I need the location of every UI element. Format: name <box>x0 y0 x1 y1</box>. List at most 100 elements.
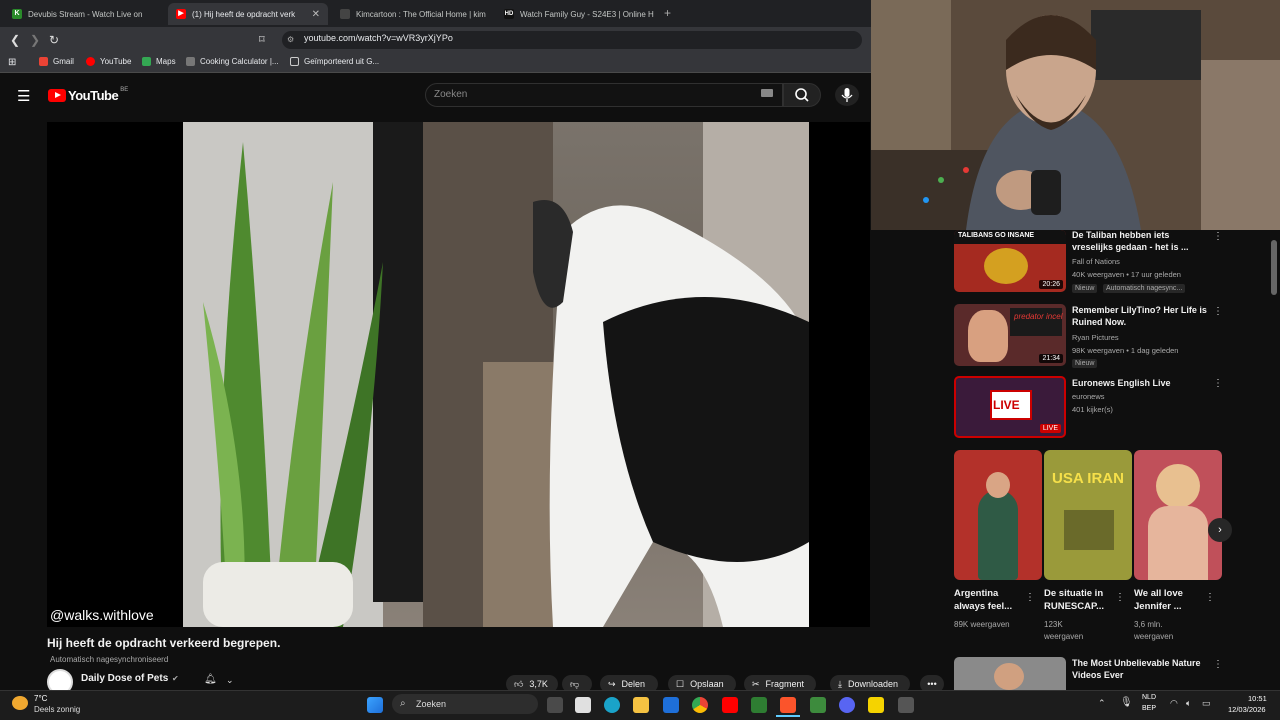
recommendation-meta: 40K weergaven • 17 uur geleden <box>1072 270 1181 279</box>
tab-family-guy[interactable]: HD Watch Family Guy - S24E3 | Online H <box>496 3 656 25</box>
active-app-indicator <box>776 715 800 717</box>
bookmark-cooking-calculator[interactable]: Cooking Calculator |... <box>186 57 279 66</box>
recommendation-channel[interactable]: Fall of Nations <box>1072 257 1120 266</box>
new-badge: Nieuw <box>1072 284 1098 293</box>
bookmark-imported-folder[interactable]: Geïmporteerd uit G... <box>290 57 379 66</box>
battery-icon[interactable]: ▭ <box>1202 698 1211 709</box>
app-icon[interactable] <box>810 697 826 713</box>
chrome-icon[interactable] <box>692 697 708 713</box>
clock-time[interactable]: 10:51 <box>1248 694 1267 703</box>
search-placeholder: Zoeken <box>434 89 468 100</box>
windows-start-icon[interactable] <box>367 697 383 713</box>
scissors-icon: ✂ <box>752 678 760 689</box>
tab-youtube-video[interactable]: ▶ (1) Hij heeft de opdracht verk ✕ <box>168 3 328 25</box>
site-info-icon[interactable]: ⚙ <box>287 35 294 44</box>
youtube-icon <box>86 57 95 66</box>
taskbar-search-label: Zoeken <box>416 699 447 709</box>
store-icon[interactable] <box>575 697 591 713</box>
recommendation-thumbnail[interactable] <box>954 657 1066 690</box>
notification-bell-icon[interactable]: 🔔︎ <box>204 674 217 685</box>
taskbar-search[interactable] <box>392 694 538 714</box>
volume-icon[interactable]: 🔈︎ <box>1186 698 1191 709</box>
youtube-app-icon[interactable] <box>722 697 738 713</box>
wifi-icon[interactable]: ◠ <box>1170 698 1178 709</box>
bookmark-icon[interactable]: ⌑ <box>259 33 265 46</box>
recommendation-thumbnail[interactable]: predator incel 21:34 <box>954 304 1066 366</box>
app-icon[interactable] <box>898 697 914 713</box>
recommendation-thumbnail[interactable]: LIVE LIVE <box>954 376 1066 438</box>
apps-grid-icon[interactable]: ⊞ <box>8 57 16 68</box>
microphone-icon[interactable]: 🎙︎ <box>1120 697 1133 708</box>
video-scene-image <box>183 122 809 627</box>
search-icon <box>795 88 809 102</box>
edge-icon[interactable] <box>604 697 620 713</box>
bookmark-youtube[interactable]: YouTube <box>86 57 131 66</box>
more-options-icon[interactable]: ⋮ <box>1213 306 1223 317</box>
recommendation-channel[interactable]: Ryan Pictures <box>1072 333 1119 342</box>
discord-icon[interactable] <box>839 697 855 713</box>
next-arrow-icon[interactable]: › <box>1208 518 1232 542</box>
weather-description: Deels zonnig <box>34 705 81 714</box>
task-view-icon[interactable] <box>547 697 563 713</box>
recommendation-channel[interactable]: euronews <box>1072 392 1105 401</box>
new-tab-button[interactable]: + <box>664 6 671 20</box>
language-indicator[interactable]: NLD <box>1142 694 1156 701</box>
short-views: 3,6 mln. weergaven <box>1134 620 1174 641</box>
kimcartoon-favicon-icon <box>340 9 350 19</box>
search-button[interactable] <box>783 83 821 107</box>
outlook-icon[interactable] <box>663 697 679 713</box>
recommendation-title[interactable]: De Taliban hebben iets vreselijks gedaan… <box>1072 229 1210 253</box>
chevron-down-icon[interactable]: ⌄ <box>226 675 234 686</box>
short-title[interactable]: De situatie in RUNESCAP... <box>1044 587 1104 613</box>
more-options-icon[interactable]: ⋮ <box>1115 592 1125 603</box>
weather-icon[interactable] <box>12 696 28 710</box>
recommendation-title[interactable]: The Most Unbelievable Nature Videos Ever <box>1072 657 1210 681</box>
download-icon: ⤓ <box>838 678 842 689</box>
menu-icon[interactable]: ☰ <box>17 87 30 105</box>
app-icon[interactable] <box>868 697 884 713</box>
tab-devubis[interactable]: K Devubis Stream - Watch Live on <box>4 3 164 25</box>
back-icon[interactable]: ❮ <box>10 33 20 47</box>
calculator-icon[interactable] <box>751 697 767 713</box>
voice-search-button[interactable] <box>835 84 859 106</box>
url-text[interactable]: youtube.com/watch?v=wVR3yrXjYPo <box>304 33 453 43</box>
recommendation-title[interactable]: Remember LilyTino? Her Life is Ruined No… <box>1072 304 1210 328</box>
short-thumbnail[interactable] <box>1134 450 1222 580</box>
more-options-icon[interactable]: ⋮ <box>1213 378 1223 389</box>
file-explorer-icon[interactable] <box>633 697 649 713</box>
keyboard-icon[interactable] <box>761 89 773 97</box>
brave-icon[interactable] <box>780 697 796 713</box>
bookmark-maps[interactable]: Maps <box>142 57 176 66</box>
recommendation-title[interactable]: Euronews English Live <box>1072 377 1210 389</box>
video-frame[interactable] <box>183 122 809 627</box>
search-input[interactable] <box>425 83 783 107</box>
clock-date[interactable]: 12/03/2026 <box>1228 705 1266 714</box>
kick-favicon-icon: K <box>12 9 22 19</box>
short-views: 89K weergaven <box>954 620 1010 629</box>
chevron-up-icon[interactable]: ⌃ <box>1098 698 1106 709</box>
tab-kimcartoon[interactable]: Kimcartoon : The Official Home | kim <box>332 3 492 25</box>
gmail-icon <box>39 57 48 66</box>
new-badge: Nieuw <box>1072 359 1098 368</box>
forward-icon[interactable]: ❯ <box>30 33 40 47</box>
reload-icon[interactable]: ↻ <box>49 33 59 47</box>
auto-dub-badge: Automatisch nagesync... <box>1103 284 1186 293</box>
channel-name[interactable]: Daily Dose of Pets <box>81 673 168 684</box>
more-options-icon[interactable]: ⋮ <box>1205 592 1215 603</box>
youtube-logo[interactable]: YouTube BE <box>48 87 128 103</box>
maps-icon <box>142 57 151 66</box>
bookmark-gmail[interactable]: Gmail <box>39 57 74 66</box>
more-options-icon[interactable]: ⋮ <box>1213 231 1223 242</box>
more-options-icon[interactable]: ⋮ <box>1213 659 1223 670</box>
more-options-icon[interactable]: ⋮ <box>1025 592 1035 603</box>
recommendation-thumbnail[interactable]: TALIBANS GO INSANE 20:26 <box>954 230 1066 292</box>
short-title[interactable]: Argentina always feel... <box>954 587 1012 613</box>
short-views: 123K weergaven <box>1044 620 1084 641</box>
short-thumbnail[interactable]: USA IRAN <box>1044 450 1132 580</box>
youtube-play-icon <box>48 89 66 102</box>
scrollbar[interactable] <box>1271 240 1277 295</box>
close-tab-icon[interactable]: ✕ <box>304 9 320 20</box>
short-title[interactable]: We all love Jennifer ... <box>1134 587 1183 613</box>
keyboard-layout-indicator[interactable]: BEP <box>1142 705 1156 712</box>
short-thumbnail[interactable] <box>954 450 1042 580</box>
